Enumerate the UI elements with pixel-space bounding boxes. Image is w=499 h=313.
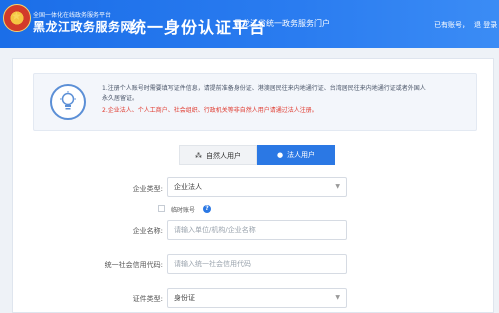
person-icon: ●	[276, 151, 284, 159]
tab-legal-person[interactable]: ● 法人用户	[257, 145, 335, 165]
national-emblem-icon: ★	[3, 4, 31, 32]
login-link[interactable]: 退 登录	[474, 20, 497, 30]
enterprise-type-value: 企业法人	[174, 183, 202, 191]
portal-name[interactable]: 黑龙江省统一政务服务门户	[234, 18, 330, 29]
temp-account-label: 临时账号	[171, 207, 196, 214]
tab-legal-person-label: 法人用户	[287, 151, 316, 159]
id-type-select[interactable]: 身份证 ▼	[167, 288, 347, 308]
tab-natural-person-label: 自然人用户	[206, 152, 241, 160]
enterprise-type-select[interactable]: 企业法人 ▼	[167, 177, 347, 197]
notice-line-2: 永久居留证。	[102, 95, 139, 102]
enterprise-name-label: 企业名称:	[132, 227, 163, 235]
notice-box: 1.注册个人账号时需要填写证件信息，请提前准备身份证、港澳居民往来内地通行证、台…	[33, 73, 477, 131]
temp-account-checkbox[interactable]	[158, 205, 165, 212]
credit-code-input[interactable]: 请输入统一社会信用代码	[167, 254, 347, 274]
chevron-down-icon: ▼	[335, 183, 340, 190]
tab-natural-person[interactable]: ⁂ 自然人用户	[179, 145, 257, 165]
notice-line-1: 1.注册个人账号时需要填写证件信息，请提前准备身份证、港澳居民往来内地通行证、台…	[102, 85, 426, 92]
existing-account-text: 已有账号，	[434, 21, 469, 29]
help-icon[interactable]: ?	[203, 205, 211, 213]
credit-code-label: 统一社会信用代码:	[104, 261, 163, 269]
notice-line-3: 2.企业法人、个人工商户、社会组织、行政机关等非自然人用户请通过法人注册。	[102, 107, 318, 114]
site-name[interactable]: 黑龙江政务服务网	[33, 18, 133, 35]
enterprise-name-input[interactable]: 请输入单位/机构/企业名称	[167, 220, 347, 240]
lightbulb-icon	[50, 84, 86, 120]
chevron-down-icon: ▼	[335, 294, 340, 301]
registration-card: 1.注册个人账号时需要填写证件信息，请提前准备身份证、港澳居民往来内地通行证、台…	[12, 58, 494, 313]
person-group-icon: ⁂	[195, 152, 202, 160]
top-header: ★ 全国一体化在线政务服务平台 黑龙江政务服务网 统一身份认证平台 黑龙江省统一…	[0, 0, 499, 48]
enterprise-type-label: 企业类型:	[132, 185, 163, 193]
id-type-label: 证件类型:	[132, 295, 163, 303]
id-type-value: 身份证	[174, 294, 195, 302]
